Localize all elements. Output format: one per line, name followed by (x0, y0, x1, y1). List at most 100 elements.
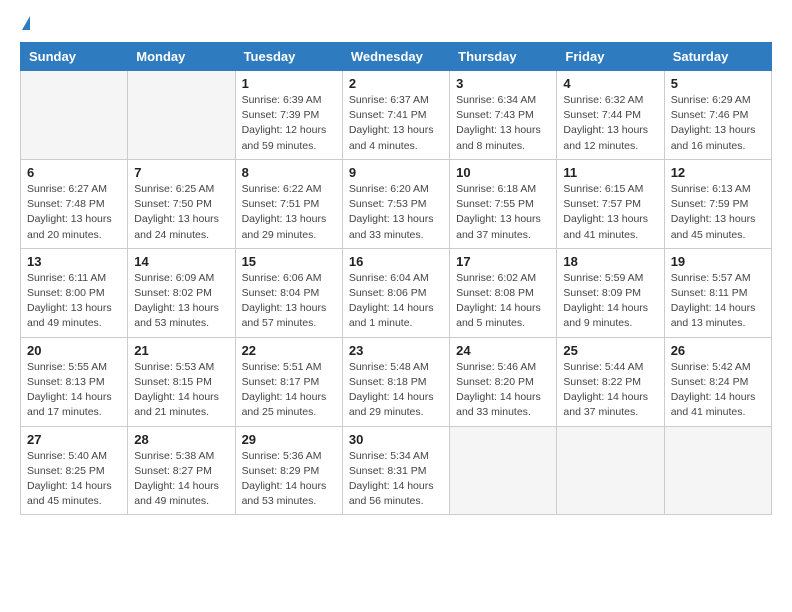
day-info: Sunrise: 5:55 AM Sunset: 8:13 PM Dayligh… (27, 360, 121, 421)
calendar-cell (450, 426, 557, 515)
day-number: 29 (242, 432, 336, 447)
day-number: 30 (349, 432, 443, 447)
calendar-cell: 25 Sunrise: 5:44 AM Sunset: 8:22 PM Dayli… (557, 337, 664, 426)
calendar-cell (21, 71, 128, 160)
day-info: Sunrise: 6:11 AM Sunset: 8:00 PM Dayligh… (27, 271, 121, 332)
calendar-cell: 18 Sunrise: 5:59 AM Sunset: 8:09 PM Dayli… (557, 248, 664, 337)
day-number: 21 (134, 343, 228, 358)
calendar-cell: 19Sunrise: 5:57 AM Sunset: 8:11 PM Dayli… (664, 248, 771, 337)
day-number: 25 (563, 343, 657, 358)
day-info: Sunrise: 6:27 AM Sunset: 7:48 PM Dayligh… (27, 182, 121, 243)
calendar-cell (664, 426, 771, 515)
week-row-2: 6 Sunrise: 6:27 AM Sunset: 7:48 PM Daylig… (21, 159, 772, 248)
calendar-cell: 5Sunrise: 6:29 AM Sunset: 7:46 PM Daylig… (664, 71, 771, 160)
day-number: 15 (242, 254, 336, 269)
day-number: 28 (134, 432, 228, 447)
calendar-cell: 29 Sunrise: 5:36 AM Sunset: 8:29 PM Dayli… (235, 426, 342, 515)
calendar-cell: 14 Sunrise: 6:09 AM Sunset: 8:02 PM Dayli… (128, 248, 235, 337)
day-info: Sunrise: 5:36 AM Sunset: 8:29 PM Dayligh… (242, 449, 336, 510)
day-info: Sunrise: 6:15 AM Sunset: 7:57 PM Dayligh… (563, 182, 657, 243)
week-row-4: 20 Sunrise: 5:55 AM Sunset: 8:13 PM Dayli… (21, 337, 772, 426)
calendar-cell: 24 Sunrise: 5:46 AM Sunset: 8:20 PM Dayli… (450, 337, 557, 426)
calendar-cell: 20 Sunrise: 5:55 AM Sunset: 8:13 PM Dayli… (21, 337, 128, 426)
day-number: 27 (27, 432, 121, 447)
day-info: Sunrise: 6:37 AM Sunset: 7:41 PM Dayligh… (349, 93, 443, 154)
calendar-cell: 22 Sunrise: 5:51 AM Sunset: 8:17 PM Dayli… (235, 337, 342, 426)
weekday-header-row: SundayMondayTuesdayWednesdayThursdayFrid… (21, 43, 772, 71)
day-number: 7 (134, 165, 228, 180)
calendar-cell: 17Sunrise: 6:02 AM Sunset: 8:08 PM Dayli… (450, 248, 557, 337)
calendar-cell: 10Sunrise: 6:18 AM Sunset: 7:55 PM Dayli… (450, 159, 557, 248)
calendar-header: SundayMondayTuesdayWednesdayThursdayFrid… (21, 43, 772, 71)
day-info: Sunrise: 6:32 AM Sunset: 7:44 PM Dayligh… (563, 93, 657, 154)
calendar-body: 1 Sunrise: 6:39 AM Sunset: 7:39 PM Daylig… (21, 71, 772, 515)
calendar-cell: 9 Sunrise: 6:20 AM Sunset: 7:53 PM Daylig… (342, 159, 449, 248)
week-row-3: 13 Sunrise: 6:11 AM Sunset: 8:00 PM Dayli… (21, 248, 772, 337)
calendar-cell: 26Sunrise: 5:42 AM Sunset: 8:24 PM Dayli… (664, 337, 771, 426)
day-number: 1 (242, 76, 336, 91)
day-number: 22 (242, 343, 336, 358)
day-info: Sunrise: 6:13 AM Sunset: 7:59 PM Dayligh… (671, 182, 765, 243)
calendar-cell: 23Sunrise: 5:48 AM Sunset: 8:18 PM Dayli… (342, 337, 449, 426)
day-info: Sunrise: 6:06 AM Sunset: 8:04 PM Dayligh… (242, 271, 336, 332)
day-info: Sunrise: 6:04 AM Sunset: 8:06 PM Dayligh… (349, 271, 443, 332)
day-info: Sunrise: 6:20 AM Sunset: 7:53 PM Dayligh… (349, 182, 443, 243)
day-info: Sunrise: 6:25 AM Sunset: 7:50 PM Dayligh… (134, 182, 228, 243)
calendar-cell: 13 Sunrise: 6:11 AM Sunset: 8:00 PM Dayli… (21, 248, 128, 337)
day-info: Sunrise: 5:38 AM Sunset: 8:27 PM Dayligh… (134, 449, 228, 510)
calendar-cell: 28 Sunrise: 5:38 AM Sunset: 8:27 PM Dayli… (128, 426, 235, 515)
day-number: 20 (27, 343, 121, 358)
day-number: 24 (456, 343, 550, 358)
day-info: Sunrise: 6:34 AM Sunset: 7:43 PM Dayligh… (456, 93, 550, 154)
day-info: Sunrise: 6:22 AM Sunset: 7:51 PM Dayligh… (242, 182, 336, 243)
weekday-header-friday: Friday (557, 43, 664, 71)
weekday-header-tuesday: Tuesday (235, 43, 342, 71)
weekday-header-thursday: Thursday (450, 43, 557, 71)
day-number: 9 (349, 165, 443, 180)
logo-triangle-icon (22, 16, 30, 30)
day-info: Sunrise: 5:40 AM Sunset: 8:25 PM Dayligh… (27, 449, 121, 510)
calendar: SundayMondayTuesdayWednesdayThursdayFrid… (20, 42, 772, 515)
calendar-cell: 15 Sunrise: 6:06 AM Sunset: 8:04 PM Dayli… (235, 248, 342, 337)
calendar-cell: 8 Sunrise: 6:22 AM Sunset: 7:51 PM Daylig… (235, 159, 342, 248)
day-number: 12 (671, 165, 765, 180)
day-number: 11 (563, 165, 657, 180)
day-number: 13 (27, 254, 121, 269)
day-number: 16 (349, 254, 443, 269)
header (20, 16, 772, 32)
day-info: Sunrise: 5:59 AM Sunset: 8:09 PM Dayligh… (563, 271, 657, 332)
calendar-cell: 4 Sunrise: 6:32 AM Sunset: 7:44 PM Daylig… (557, 71, 664, 160)
day-number: 3 (456, 76, 550, 91)
logo (20, 16, 30, 32)
calendar-cell: 2Sunrise: 6:37 AM Sunset: 7:41 PM Daylig… (342, 71, 449, 160)
day-number: 23 (349, 343, 443, 358)
calendar-cell: 16 Sunrise: 6:04 AM Sunset: 8:06 PM Dayli… (342, 248, 449, 337)
calendar-cell: 7 Sunrise: 6:25 AM Sunset: 7:50 PM Daylig… (128, 159, 235, 248)
day-number: 14 (134, 254, 228, 269)
calendar-cell: 12 Sunrise: 6:13 AM Sunset: 7:59 PM Dayli… (664, 159, 771, 248)
calendar-cell (128, 71, 235, 160)
calendar-cell: 11 Sunrise: 6:15 AM Sunset: 7:57 PM Dayli… (557, 159, 664, 248)
weekday-header-saturday: Saturday (664, 43, 771, 71)
day-number: 8 (242, 165, 336, 180)
day-info: Sunrise: 6:09 AM Sunset: 8:02 PM Dayligh… (134, 271, 228, 332)
calendar-cell: 1 Sunrise: 6:39 AM Sunset: 7:39 PM Daylig… (235, 71, 342, 160)
day-number: 4 (563, 76, 657, 91)
day-number: 6 (27, 165, 121, 180)
day-info: Sunrise: 5:57 AM Sunset: 8:11 PM Dayligh… (671, 271, 765, 332)
day-info: Sunrise: 5:46 AM Sunset: 8:20 PM Dayligh… (456, 360, 550, 421)
day-info: Sunrise: 6:18 AM Sunset: 7:55 PM Dayligh… (456, 182, 550, 243)
day-number: 18 (563, 254, 657, 269)
page: SundayMondayTuesdayWednesdayThursdayFrid… (0, 0, 792, 531)
weekday-header-wednesday: Wednesday (342, 43, 449, 71)
day-info: Sunrise: 5:51 AM Sunset: 8:17 PM Dayligh… (242, 360, 336, 421)
calendar-cell: 3 Sunrise: 6:34 AM Sunset: 7:43 PM Daylig… (450, 71, 557, 160)
week-row-5: 27 Sunrise: 5:40 AM Sunset: 8:25 PM Dayli… (21, 426, 772, 515)
calendar-cell: 21 Sunrise: 5:53 AM Sunset: 8:15 PM Dayli… (128, 337, 235, 426)
week-row-1: 1 Sunrise: 6:39 AM Sunset: 7:39 PM Daylig… (21, 71, 772, 160)
calendar-cell (557, 426, 664, 515)
calendar-cell: 27 Sunrise: 5:40 AM Sunset: 8:25 PM Dayli… (21, 426, 128, 515)
day-info: Sunrise: 5:44 AM Sunset: 8:22 PM Dayligh… (563, 360, 657, 421)
day-info: Sunrise: 6:39 AM Sunset: 7:39 PM Dayligh… (242, 93, 336, 154)
day-info: Sunrise: 5:53 AM Sunset: 8:15 PM Dayligh… (134, 360, 228, 421)
